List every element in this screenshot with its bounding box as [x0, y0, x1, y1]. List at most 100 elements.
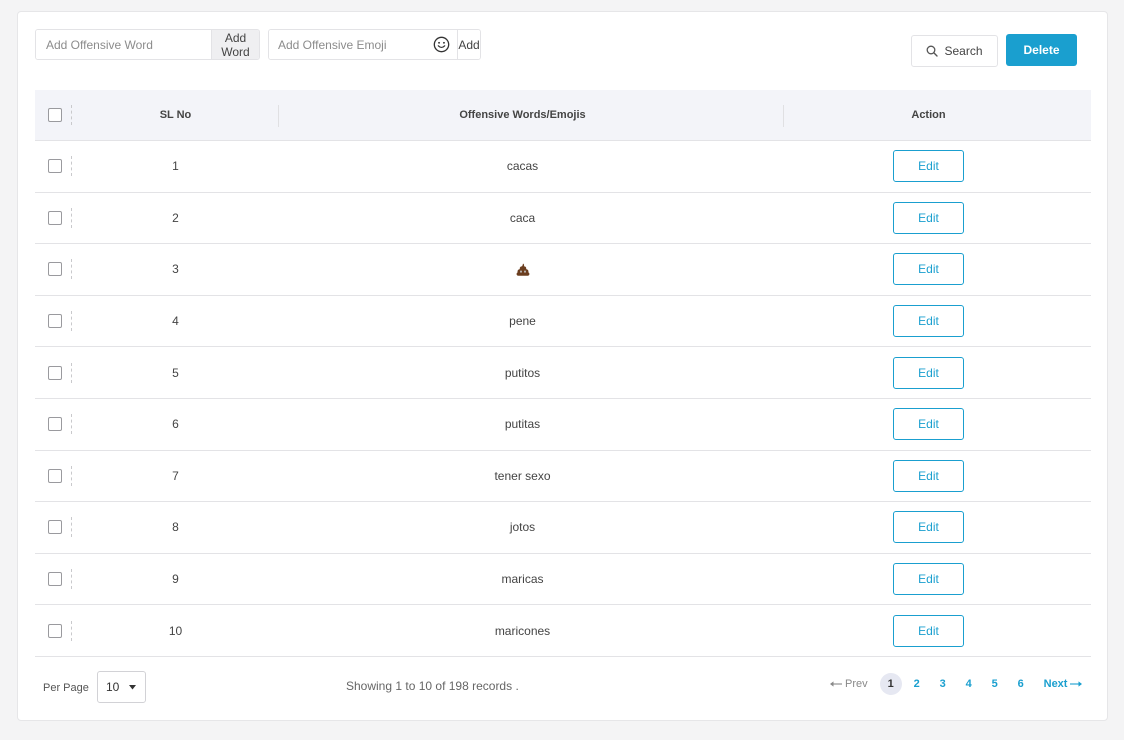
sl-no-text: 6: [172, 417, 179, 432]
edit-button[interactable]: Edit: [893, 511, 964, 544]
per-page-select[interactable]: 10: [97, 671, 146, 703]
sl-no-cell: 7: [72, 451, 279, 502]
arrow-left-icon: [830, 681, 842, 687]
sl-no-header-label: SL No: [159, 109, 192, 121]
row-checkbox-cell: [35, 451, 72, 502]
row-checkbox-cell: [35, 502, 72, 553]
row-checkbox[interactable]: [48, 365, 62, 380]
offensive-words-card: Add Word Add Search Delete: [17, 11, 1108, 721]
search-button[interactable]: Search: [911, 35, 998, 67]
sl-no-text: 9: [172, 572, 179, 587]
row-checkbox[interactable]: [48, 572, 62, 587]
offensive-word-text: caca: [509, 210, 536, 225]
search-icon: [927, 45, 939, 57]
smiley-icon[interactable]: [433, 36, 450, 53]
row-checkbox[interactable]: [48, 314, 62, 329]
sl-no-cell: 5: [72, 347, 279, 398]
add-emoji-button[interactable]: Add: [458, 30, 480, 59]
page-number-link[interactable]: 1: [879, 673, 902, 695]
offensive-word-text: maricones: [494, 623, 551, 638]
action-cell: Edit: [766, 502, 1091, 553]
select-all-cell: [35, 90, 72, 140]
sl-no-cell: 4: [72, 296, 279, 347]
offensive-word-text: putitos: [504, 365, 541, 380]
prev-page-label: Prev: [845, 678, 868, 690]
edit-button[interactable]: Edit: [893, 150, 964, 183]
row-checkbox-cell: [35, 399, 72, 450]
row-checkbox[interactable]: [48, 623, 62, 638]
offensive-word-cell: [279, 244, 766, 295]
table-row: 1 cacas Edit: [35, 141, 1091, 193]
chevron-down-icon: [129, 684, 137, 689]
offensive-emoji-input[interactable]: [269, 30, 433, 59]
offensive-word-cell: jotos: [279, 502, 766, 553]
table-header: SL No Offensive Words/Emojis Action: [35, 90, 1091, 141]
action-cell: Edit: [766, 451, 1091, 502]
row-checkbox[interactable]: [48, 468, 62, 483]
edit-button[interactable]: Edit: [893, 459, 964, 492]
sl-no-cell: 8: [72, 502, 279, 553]
sl-no-header: SL No: [72, 90, 279, 140]
row-checkbox[interactable]: [48, 417, 62, 432]
edit-button[interactable]: Edit: [893, 253, 964, 286]
search-button-label: Search: [944, 44, 983, 58]
offensive-word-text: maricas: [501, 572, 544, 587]
action-cell: Edit: [766, 141, 1091, 192]
row-checkbox[interactable]: [48, 159, 62, 174]
row-checkbox-cell: [35, 605, 72, 656]
per-page-label: Per Page: [43, 682, 89, 694]
page-number-link[interactable]: 2: [906, 673, 928, 695]
sl-no-cell: 1: [72, 141, 279, 192]
offensive-word-cell: pene: [279, 296, 766, 347]
offensive-word-cell: putitas: [279, 399, 766, 450]
table-row: 9 maricas Edit: [35, 554, 1091, 606]
row-checkbox[interactable]: [48, 210, 62, 225]
action-header-label: Action: [911, 109, 946, 121]
add-emoji-group: Add: [268, 29, 481, 60]
page-number-link[interactable]: 6: [1010, 673, 1032, 695]
edit-button[interactable]: Edit: [893, 305, 964, 338]
row-checkbox-cell: [35, 244, 72, 295]
offensive-word-text: jotos: [509, 520, 536, 535]
page-number-link[interactable]: 5: [984, 673, 1006, 695]
sl-no-text: 7: [172, 468, 179, 483]
row-checkbox-cell: [35, 141, 72, 192]
sl-no-cell: 3: [72, 244, 279, 295]
arrow-right-icon: [1070, 681, 1083, 687]
edit-button[interactable]: Edit: [893, 201, 964, 234]
delete-button[interactable]: Delete: [1006, 34, 1077, 66]
page-number-link[interactable]: 3: [932, 673, 954, 695]
edit-button[interactable]: Edit: [893, 563, 964, 596]
sl-no-text: 8: [172, 520, 179, 535]
add-word-group: Add Word: [35, 29, 260, 60]
sl-no-cell: 9: [72, 554, 279, 605]
sl-no-cell: 2: [72, 193, 279, 244]
table-row: 10 maricones Edit: [35, 605, 1091, 657]
offensive-word-text: putitas: [504, 417, 541, 432]
select-all-checkbox[interactable]: [48, 108, 62, 122]
page-number-link[interactable]: 4: [958, 673, 980, 695]
offensive-word-cell: putitos: [279, 347, 766, 398]
sl-no-text: 2: [172, 210, 179, 225]
offensive-word-cell: maricones: [279, 605, 766, 656]
offensive-word-text: pene: [509, 314, 536, 329]
sl-no-text: 10: [168, 623, 183, 638]
pagination: Prev 123456 Next: [830, 673, 1083, 695]
action-cell: Edit: [766, 605, 1091, 656]
row-checkbox[interactable]: [48, 520, 62, 535]
edit-button[interactable]: Edit: [893, 356, 964, 389]
edit-button[interactable]: Edit: [893, 614, 964, 647]
next-page-link[interactable]: Next: [1044, 678, 1083, 690]
action-cell: Edit: [766, 347, 1091, 398]
next-page-label: Next: [1043, 678, 1068, 690]
records-summary: Showing 1 to 10 of 198 records .: [346, 679, 519, 693]
prev-page-link[interactable]: Prev: [830, 678, 868, 690]
offensive-word-input[interactable]: [36, 30, 211, 59]
edit-button[interactable]: Edit: [893, 408, 964, 441]
add-word-button[interactable]: Add Word: [211, 30, 259, 59]
offensive-word-cell: tener sexo: [279, 451, 766, 502]
table-row: 3 Edit: [35, 244, 1091, 296]
row-checkbox-cell: [35, 193, 72, 244]
offensive-word-text: tener sexo: [494, 468, 551, 483]
row-checkbox[interactable]: [48, 262, 62, 277]
